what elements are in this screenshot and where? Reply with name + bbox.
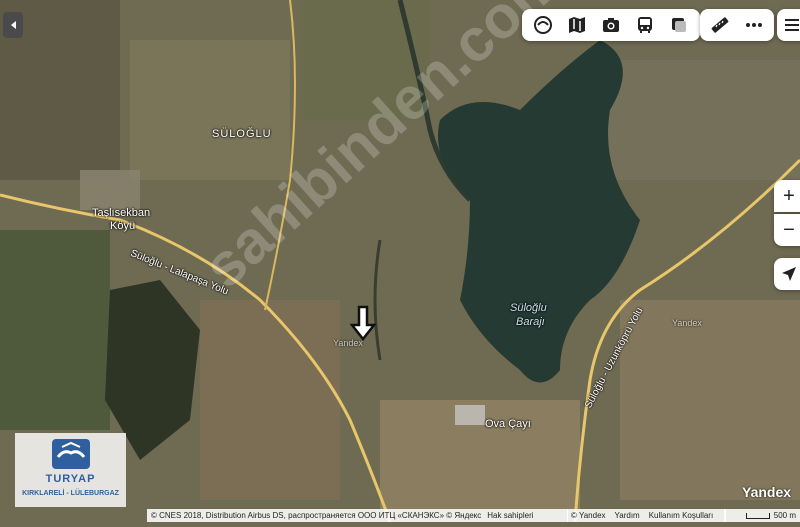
transport-button[interactable] bbox=[628, 10, 662, 40]
tools-toolbar bbox=[700, 9, 774, 41]
label-yandex-watermark-2: Yandex bbox=[672, 318, 702, 328]
caret-left-icon bbox=[10, 21, 16, 29]
label-suloglu-baraji-2: Barajı bbox=[516, 316, 545, 328]
zoom-out-button[interactable]: − bbox=[774, 214, 800, 246]
more-dots-icon bbox=[746, 23, 762, 27]
camera-icon bbox=[603, 18, 619, 32]
scale-bar: 500 m bbox=[724, 509, 800, 522]
help-link[interactable]: Yardım bbox=[615, 511, 640, 520]
yandex-copy: © Yandex bbox=[571, 511, 606, 520]
layers-button[interactable] bbox=[526, 10, 560, 40]
location-arrow-icon bbox=[782, 267, 796, 281]
label-taslisekban: Taşlısekban bbox=[92, 207, 151, 219]
label-suloglu-baraji-1: Süloğlu bbox=[510, 302, 547, 314]
ruler-button[interactable] bbox=[703, 10, 737, 40]
label-yandex-watermark-1: Yandex bbox=[333, 338, 363, 348]
street-photo-button[interactable] bbox=[594, 10, 628, 40]
label-koyu: Köyü bbox=[110, 220, 136, 232]
panorama-map-button[interactable] bbox=[560, 10, 594, 40]
yandex-logo[interactable]: Yandex bbox=[742, 484, 791, 500]
attribution-bar: © CNES 2018, Distribution Airbus DS, рас… bbox=[147, 509, 568, 522]
menu-button[interactable] bbox=[777, 9, 800, 41]
yandex-links-bar: © Yandex Yardım Kullanım Koşulları bbox=[567, 509, 726, 522]
terms-link[interactable]: Kullanım Koşulları bbox=[649, 511, 713, 520]
my-location-button[interactable] bbox=[774, 258, 800, 290]
logo-brand: TURYAP bbox=[45, 473, 96, 485]
layers-icon bbox=[534, 16, 552, 34]
panorama-map-icon bbox=[569, 17, 585, 33]
traffic-button[interactable] bbox=[662, 10, 696, 40]
more-button[interactable] bbox=[737, 10, 771, 40]
copyright-text: © CNES 2018, Distribution Airbus DS, рас… bbox=[151, 511, 482, 520]
zoom-in-label: + bbox=[783, 184, 795, 207]
label-suloglu: SÜLOĞLU bbox=[212, 128, 272, 140]
ruler-icon bbox=[711, 17, 729, 33]
label-ova-cayi: Ova Çayı bbox=[485, 418, 531, 430]
collapse-panel-button[interactable] bbox=[3, 12, 23, 38]
map-layer-toolbar bbox=[522, 9, 700, 41]
zoom-out-label: − bbox=[783, 218, 795, 241]
scale-label: 500 m bbox=[773, 511, 796, 520]
zoom-in-button[interactable]: + bbox=[774, 180, 800, 212]
scale-line bbox=[745, 512, 770, 519]
bus-icon bbox=[638, 17, 652, 33]
hamburger-menu-icon bbox=[785, 19, 799, 31]
agency-logo: TURYAP KIRKLARELİ - LÜLEBURGAZ bbox=[15, 433, 126, 507]
logo-subtitle: KIRKLARELİ - LÜLEBURGAZ bbox=[22, 490, 119, 497]
rights-link[interactable]: Hak sahipleri bbox=[487, 511, 533, 520]
traffic-square-icon bbox=[672, 18, 686, 32]
handshake-logo-icon bbox=[52, 439, 90, 469]
